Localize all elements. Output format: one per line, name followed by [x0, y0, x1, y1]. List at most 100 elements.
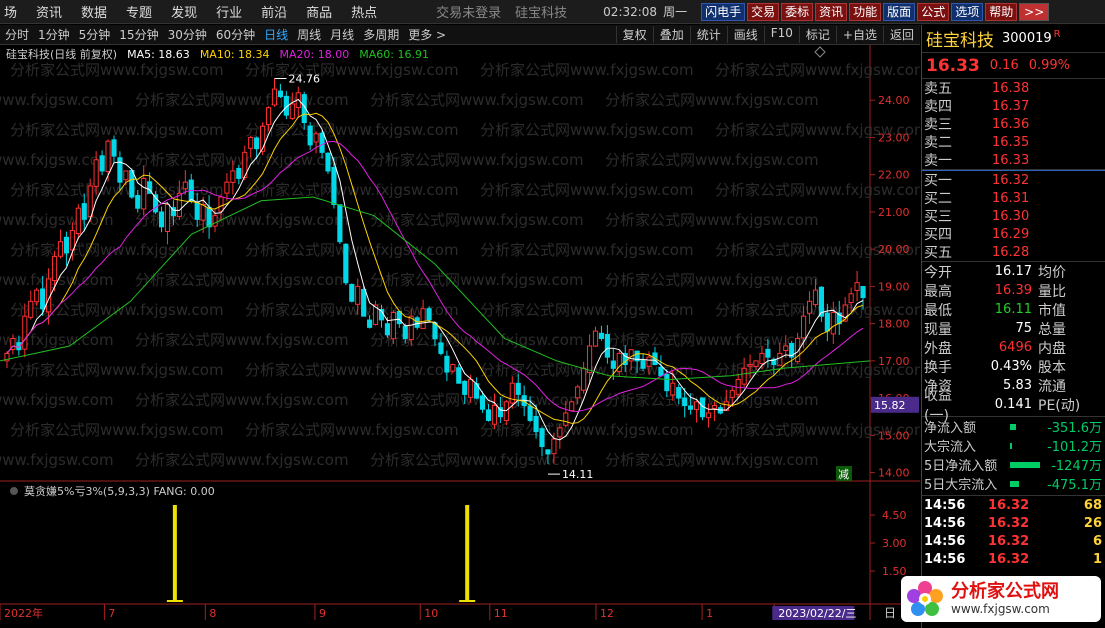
candle-body[interactable]: [575, 386, 581, 399]
candle-body[interactable]: [676, 387, 682, 399]
candle-body[interactable]: [729, 390, 735, 398]
asks-row[interactable]: 卖一 16.33: [922, 151, 1105, 170]
candle-body[interactable]: [218, 196, 224, 212]
candle-body[interactable]: [610, 360, 616, 369]
chart-tool-5[interactable]: 标记: [798, 26, 836, 43]
candle-body[interactable]: [783, 345, 789, 351]
candle-body[interactable]: [759, 352, 765, 365]
kline-chart[interactable]: 分析家公式网www.fxjgsw.com 分析家公式网www.fxjgsw.com…: [0, 45, 920, 620]
period-tab-9[interactable]: 多周期: [363, 26, 399, 43]
bids-row[interactable]: 买四 16.29: [922, 225, 1105, 244]
candle-body[interactable]: [426, 308, 432, 321]
tool-button-3[interactable]: 资讯: [815, 2, 848, 21]
candle-body[interactable]: [361, 288, 367, 317]
candle-body[interactable]: [63, 236, 70, 254]
candle-body[interactable]: [331, 167, 337, 205]
bids-row[interactable]: 买二 16.31: [922, 189, 1105, 208]
asks-row[interactable]: 卖五 16.38: [922, 79, 1105, 98]
candle-body[interactable]: [396, 311, 402, 325]
candle-body[interactable]: [265, 107, 272, 125]
period-tab-10[interactable]: 更多 >: [408, 26, 446, 43]
candle-body[interactable]: [592, 330, 599, 347]
candle-body[interactable]: [586, 345, 593, 373]
chart-tool-2[interactable]: 统计: [689, 26, 727, 43]
bids-row[interactable]: 买一 16.32: [922, 171, 1105, 190]
menu-item-commodity[interactable]: 商品: [306, 2, 332, 21]
tick-row[interactable]: 14:56 16.32 1: [922, 550, 1105, 568]
candle-body[interactable]: [688, 405, 694, 410]
menu-item-topics[interactable]: 专题: [126, 2, 152, 21]
candle-body[interactable]: [479, 395, 486, 410]
candle-body[interactable]: [420, 308, 426, 330]
candle-body[interactable]: [254, 137, 260, 150]
candle-body[interactable]: [390, 311, 396, 340]
candle-body[interactable]: [355, 285, 361, 305]
candle-body[interactable]: [307, 125, 313, 146]
candle-body[interactable]: [224, 181, 230, 194]
candle-body[interactable]: [319, 132, 325, 153]
candle-body[interactable]: [277, 90, 284, 98]
bids-row[interactable]: 买三 16.30: [922, 207, 1105, 226]
candle-body[interactable]: [450, 364, 456, 372]
candle-body[interactable]: [533, 415, 539, 433]
candle-body[interactable]: [384, 323, 391, 336]
candle-body[interactable]: [658, 366, 664, 377]
candle-body[interactable]: [271, 88, 278, 106]
candle-body[interactable]: [753, 360, 759, 367]
period-tab-5[interactable]: 60分钟: [216, 26, 255, 43]
candle-body[interactable]: [670, 382, 676, 396]
tool-button-0[interactable]: 闪电手: [701, 2, 746, 21]
candle-body[interactable]: [485, 409, 492, 421]
tool-button-2[interactable]: 委标: [781, 2, 814, 21]
menu-item-data[interactable]: 数据: [81, 2, 107, 21]
candle-body[interactable]: [598, 332, 605, 340]
candle-body[interactable]: [75, 207, 81, 235]
candle-body[interactable]: [545, 449, 551, 455]
candle-body[interactable]: [111, 139, 117, 157]
candle-body[interactable]: [848, 293, 854, 304]
candle-body[interactable]: [812, 289, 819, 306]
tick-row[interactable]: 14:56 16.32 26: [922, 514, 1105, 532]
tool-button-6[interactable]: 公式: [917, 2, 950, 21]
chart-tool-7[interactable]: 返回: [882, 26, 920, 43]
tool-button-7[interactable]: 选项: [951, 2, 984, 21]
candle-body[interactable]: [28, 300, 34, 318]
candle-body[interactable]: [117, 157, 123, 183]
candle-body[interactable]: [135, 195, 141, 209]
period-tab-1[interactable]: 1分钟: [38, 26, 70, 43]
candle-body[interactable]: [854, 282, 860, 291]
period-tab-0[interactable]: 分时: [5, 26, 29, 43]
candle-body[interactable]: [741, 367, 747, 385]
candle-body[interactable]: [176, 192, 182, 217]
candle-body[interactable]: [604, 333, 610, 358]
tool-button-5[interactable]: 版面: [883, 2, 916, 21]
indicator-toggle-icon[interactable]: [10, 487, 18, 495]
tick-row[interactable]: 14:56 16.32 68: [922, 496, 1105, 514]
candle-body[interactable]: [563, 412, 569, 426]
candle-body[interactable]: [539, 428, 545, 447]
chart-tool-6[interactable]: +自选: [835, 26, 883, 43]
candle-body[interactable]: [824, 312, 830, 332]
candle-body[interactable]: [468, 378, 474, 398]
period-tab-4[interactable]: 30分钟: [168, 26, 207, 43]
candle-body[interactable]: [402, 325, 408, 340]
candle-body[interactable]: [57, 241, 64, 257]
menu-item-news[interactable]: 资讯: [36, 2, 62, 21]
candle-body[interactable]: [99, 155, 105, 172]
more-tools-button[interactable]: >>: [1019, 2, 1050, 21]
candle-body[interactable]: [230, 170, 236, 183]
candle-body[interactable]: [200, 203, 206, 221]
candle-body[interactable]: [194, 202, 200, 220]
candle-body[interactable]: [349, 283, 355, 302]
candle-body[interactable]: [87, 185, 93, 217]
candle-body[interactable]: [664, 373, 670, 392]
candle-body[interactable]: [34, 289, 40, 303]
candle-body[interactable]: [777, 352, 783, 366]
candle-body[interactable]: [557, 427, 563, 438]
candle-body[interactable]: [182, 181, 188, 190]
candle-body[interactable]: [141, 177, 147, 210]
period-tab-7[interactable]: 周线: [297, 26, 321, 43]
candle-body[interactable]: [747, 364, 753, 367]
candle-body[interactable]: [325, 152, 331, 172]
candle-body[interactable]: [515, 382, 521, 395]
